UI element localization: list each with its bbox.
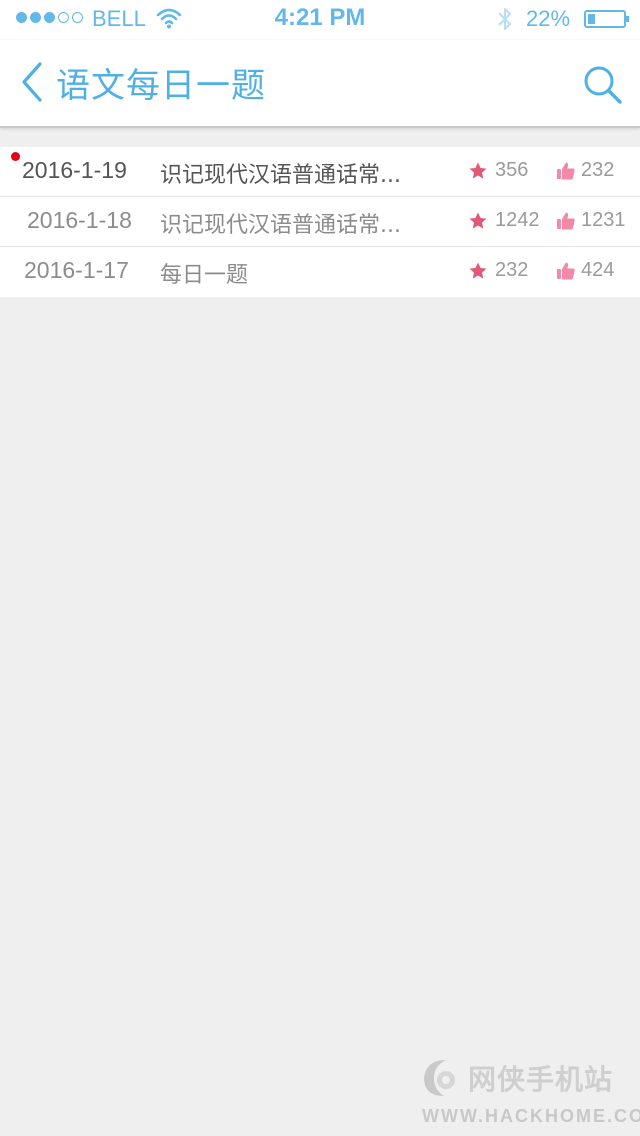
like-count: 1231 <box>581 209 626 231</box>
battery-icon <box>584 10 629 28</box>
page-title: 语文每日一题 <box>56 66 266 106</box>
screen: BELL 4:21 PM 22% 语文每日一题 2016-1-19 识记现代汉语… <box>0 0 640 1136</box>
chevron-left-icon <box>22 62 42 102</box>
item-date: 2016-1-17 <box>24 257 129 283</box>
search-button[interactable] <box>580 62 626 108</box>
star-icon <box>469 212 487 229</box>
star-count: 1242 <box>495 209 540 231</box>
star-icon <box>469 262 487 279</box>
nav-bar: 语文每日一题 <box>0 40 640 128</box>
thumbs-up-icon <box>557 262 575 280</box>
watermark-text: 网侠手机站 <box>468 1063 614 1096</box>
list-item[interactable]: 2016-1-19 识记现代汉语普通话常... 356 232 <box>0 147 640 197</box>
like-count: 232 <box>581 159 615 181</box>
list-item[interactable]: 2016-1-18 识记现代汉语普通话常... 1242 1231 <box>0 197 640 247</box>
star-icon <box>469 162 487 179</box>
item-title: 识记现代汉语普通话常... <box>160 213 401 238</box>
status-bar: BELL 4:21 PM 22% <box>0 0 640 40</box>
star-count: 356 <box>495 159 529 181</box>
battery-percent: 22% <box>526 6 571 31</box>
battery-tip <box>626 16 629 22</box>
watermark-url: WWW.HACKHOME.COM <box>422 1106 640 1126</box>
battery-fill <box>588 14 595 24</box>
back-button[interactable] <box>18 60 58 108</box>
question-list: 2016-1-19 识记现代汉语普通话常... 356 232 2016-1-1… <box>0 147 640 297</box>
unread-dot <box>11 152 20 161</box>
like-count: 424 <box>581 259 615 281</box>
star-count: 232 <box>495 259 529 281</box>
watermark: 网侠手机站 WWW.HACKHOME.COM <box>416 1050 640 1130</box>
item-title: 每日一题 <box>160 263 249 288</box>
thumbs-up-icon <box>557 162 575 180</box>
search-icon <box>584 66 622 104</box>
watermark-logo-icon <box>424 1060 455 1096</box>
item-title: 识记现代汉语普通话常... <box>160 163 401 188</box>
list-item[interactable]: 2016-1-17 每日一题 232 424 <box>0 247 640 297</box>
thumbs-up-icon <box>557 212 575 230</box>
bluetooth-icon <box>496 6 514 38</box>
item-date: 2016-1-19 <box>22 157 127 183</box>
item-date: 2016-1-18 <box>27 207 132 233</box>
